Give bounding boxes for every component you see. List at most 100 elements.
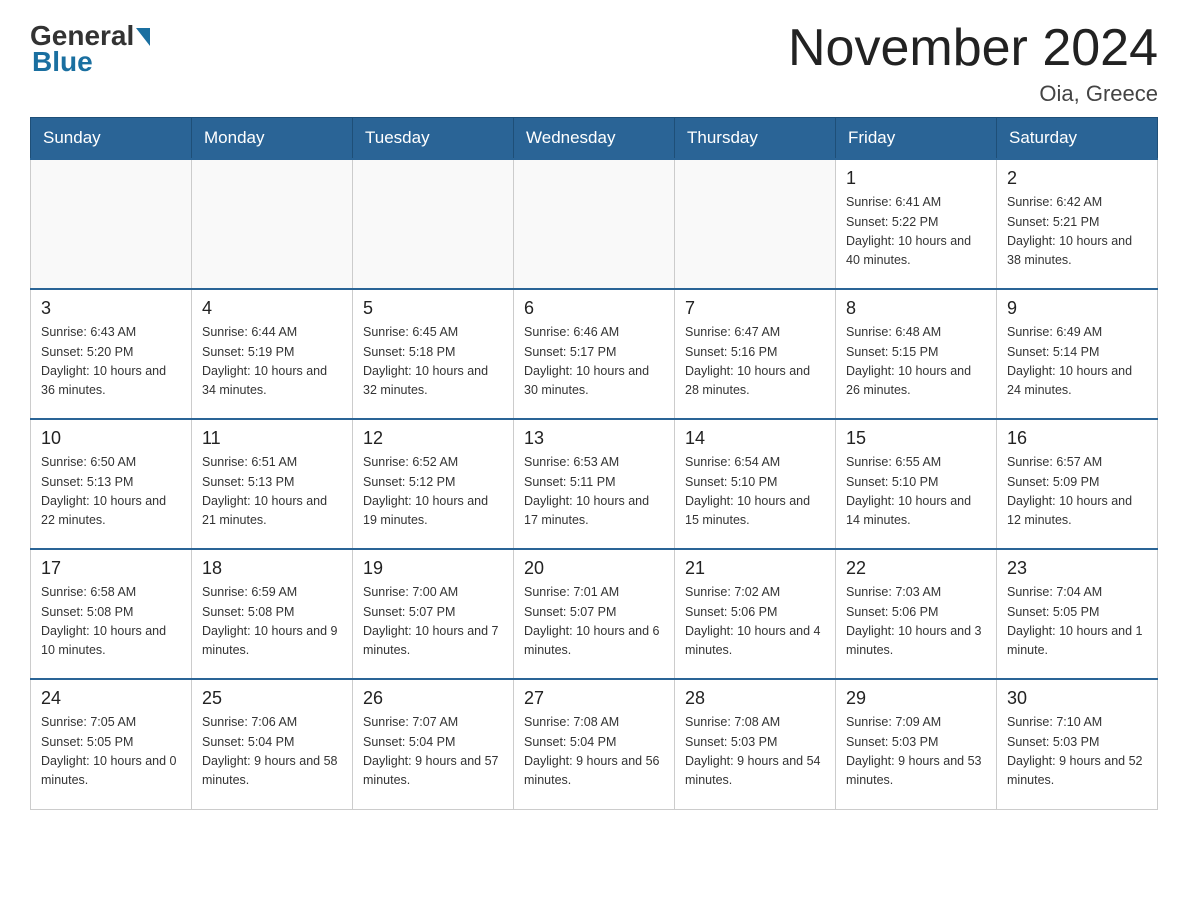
- day-number: 6: [524, 298, 664, 319]
- day-info: Sunrise: 6:55 AMSunset: 5:10 PMDaylight:…: [846, 453, 986, 531]
- day-info: Sunrise: 6:45 AMSunset: 5:18 PMDaylight:…: [363, 323, 503, 401]
- day-info: Sunrise: 7:08 AMSunset: 5:04 PMDaylight:…: [524, 713, 664, 791]
- day-info: Sunrise: 7:01 AMSunset: 5:07 PMDaylight:…: [524, 583, 664, 661]
- calendar-cell: 18 Sunrise: 6:59 AMSunset: 5:08 PMDayligh…: [192, 549, 353, 679]
- calendar-cell: 30 Sunrise: 7:10 AMSunset: 5:03 PMDayligh…: [997, 679, 1158, 809]
- calendar-cell: 21 Sunrise: 7:02 AMSunset: 5:06 PMDayligh…: [675, 549, 836, 679]
- calendar-cell: [353, 159, 514, 289]
- day-info: Sunrise: 6:53 AMSunset: 5:11 PMDaylight:…: [524, 453, 664, 531]
- day-info: Sunrise: 7:08 AMSunset: 5:03 PMDaylight:…: [685, 713, 825, 791]
- day-info: Sunrise: 7:09 AMSunset: 5:03 PMDaylight:…: [846, 713, 986, 791]
- day-info: Sunrise: 6:58 AMSunset: 5:08 PMDaylight:…: [41, 583, 181, 661]
- calendar-cell: 2 Sunrise: 6:42 AMSunset: 5:21 PMDaylight…: [997, 159, 1158, 289]
- day-number: 2: [1007, 168, 1147, 189]
- week-row-5: 24 Sunrise: 7:05 AMSunset: 5:05 PMDayligh…: [31, 679, 1158, 809]
- logo-arrow-icon: [136, 28, 150, 46]
- day-info: Sunrise: 7:06 AMSunset: 5:04 PMDaylight:…: [202, 713, 342, 791]
- weekday-header-saturday: Saturday: [997, 118, 1158, 160]
- calendar-cell: 27Sunrise: 7:08 AMSunset: 5:04 PMDayligh…: [514, 679, 675, 809]
- day-number: 30: [1007, 688, 1147, 709]
- day-number: 19: [363, 558, 503, 579]
- day-info: Sunrise: 6:43 AMSunset: 5:20 PMDaylight:…: [41, 323, 181, 401]
- day-info: Sunrise: 6:51 AMSunset: 5:13 PMDaylight:…: [202, 453, 342, 531]
- day-number: 25: [202, 688, 342, 709]
- calendar-cell: 22 Sunrise: 7:03 AMSunset: 5:06 PMDayligh…: [836, 549, 997, 679]
- calendar-table: SundayMondayTuesdayWednesdayThursdayFrid…: [30, 117, 1158, 810]
- weekday-header-sunday: Sunday: [31, 118, 192, 160]
- day-info: Sunrise: 6:50 AMSunset: 5:13 PMDaylight:…: [41, 453, 181, 531]
- calendar-cell: [31, 159, 192, 289]
- day-number: 22: [846, 558, 986, 579]
- calendar-cell: 10 Sunrise: 6:50 AMSunset: 5:13 PMDayligh…: [31, 419, 192, 549]
- weekday-header-wednesday: Wednesday: [514, 118, 675, 160]
- calendar-cell: 9Sunrise: 6:49 AMSunset: 5:14 PMDaylight…: [997, 289, 1158, 419]
- day-number: 3: [41, 298, 181, 319]
- calendar-cell: 3 Sunrise: 6:43 AMSunset: 5:20 PMDaylight…: [31, 289, 192, 419]
- day-info: Sunrise: 6:42 AMSunset: 5:21 PMDaylight:…: [1007, 193, 1147, 271]
- title-section: November 2024 Oia, Greece: [788, 20, 1158, 107]
- day-number: 16: [1007, 428, 1147, 449]
- calendar-cell: 5Sunrise: 6:45 AMSunset: 5:18 PMDaylight…: [353, 289, 514, 419]
- day-number: 24: [41, 688, 181, 709]
- day-number: 23: [1007, 558, 1147, 579]
- day-info: Sunrise: 6:47 AMSunset: 5:16 PMDaylight:…: [685, 323, 825, 401]
- calendar-cell: [675, 159, 836, 289]
- day-info: Sunrise: 6:46 AMSunset: 5:17 PMDaylight:…: [524, 323, 664, 401]
- calendar-cell: 16 Sunrise: 6:57 AMSunset: 5:09 PMDayligh…: [997, 419, 1158, 549]
- day-info: Sunrise: 6:52 AMSunset: 5:12 PMDaylight:…: [363, 453, 503, 531]
- calendar-cell: 14Sunrise: 6:54 AMSunset: 5:10 PMDayligh…: [675, 419, 836, 549]
- calendar-cell: 8 Sunrise: 6:48 AMSunset: 5:15 PMDaylight…: [836, 289, 997, 419]
- calendar-cell: 13 Sunrise: 6:53 AMSunset: 5:11 PMDayligh…: [514, 419, 675, 549]
- day-number: 7: [685, 298, 825, 319]
- day-info: Sunrise: 7:04 AMSunset: 5:05 PMDaylight:…: [1007, 583, 1147, 661]
- weekday-header-tuesday: Tuesday: [353, 118, 514, 160]
- logo-blue-text: Blue: [32, 46, 93, 78]
- calendar-cell: 12Sunrise: 6:52 AMSunset: 5:12 PMDayligh…: [353, 419, 514, 549]
- day-number: 4: [202, 298, 342, 319]
- day-info: Sunrise: 7:07 AMSunset: 5:04 PMDaylight:…: [363, 713, 503, 791]
- day-number: 8: [846, 298, 986, 319]
- calendar-cell: 26 Sunrise: 7:07 AMSunset: 5:04 PMDayligh…: [353, 679, 514, 809]
- calendar-cell: [192, 159, 353, 289]
- location-title: Oia, Greece: [788, 81, 1158, 107]
- calendar-cell: 29 Sunrise: 7:09 AMSunset: 5:03 PMDayligh…: [836, 679, 997, 809]
- calendar-cell: 28Sunrise: 7:08 AMSunset: 5:03 PMDayligh…: [675, 679, 836, 809]
- calendar-cell: 23 Sunrise: 7:04 AMSunset: 5:05 PMDayligh…: [997, 549, 1158, 679]
- month-title: November 2024: [788, 20, 1158, 77]
- day-number: 13: [524, 428, 664, 449]
- calendar-cell: 19 Sunrise: 7:00 AMSunset: 5:07 PMDayligh…: [353, 549, 514, 679]
- day-number: 21: [685, 558, 825, 579]
- weekday-header-monday: Monday: [192, 118, 353, 160]
- week-row-4: 17Sunrise: 6:58 AMSunset: 5:08 PMDayligh…: [31, 549, 1158, 679]
- calendar-header-row: SundayMondayTuesdayWednesdayThursdayFrid…: [31, 118, 1158, 160]
- day-info: Sunrise: 7:02 AMSunset: 5:06 PMDaylight:…: [685, 583, 825, 661]
- calendar-cell: 24 Sunrise: 7:05 AMSunset: 5:05 PMDayligh…: [31, 679, 192, 809]
- day-info: Sunrise: 6:54 AMSunset: 5:10 PMDaylight:…: [685, 453, 825, 531]
- day-number: 26: [363, 688, 503, 709]
- calendar-cell: 4Sunrise: 6:44 AMSunset: 5:19 PMDaylight…: [192, 289, 353, 419]
- day-number: 15: [846, 428, 986, 449]
- calendar-cell: 11Sunrise: 6:51 AMSunset: 5:13 PMDayligh…: [192, 419, 353, 549]
- day-number: 18: [202, 558, 342, 579]
- day-number: 20: [524, 558, 664, 579]
- calendar-cell: 6 Sunrise: 6:46 AMSunset: 5:17 PMDaylight…: [514, 289, 675, 419]
- day-info: Sunrise: 7:00 AMSunset: 5:07 PMDaylight:…: [363, 583, 503, 661]
- day-info: Sunrise: 7:10 AMSunset: 5:03 PMDaylight:…: [1007, 713, 1147, 791]
- day-info: Sunrise: 6:41 AMSunset: 5:22 PMDaylight:…: [846, 193, 986, 271]
- day-info: Sunrise: 7:05 AMSunset: 5:05 PMDaylight:…: [41, 713, 181, 791]
- day-number: 29: [846, 688, 986, 709]
- week-row-3: 10 Sunrise: 6:50 AMSunset: 5:13 PMDayligh…: [31, 419, 1158, 549]
- day-info: Sunrise: 6:57 AMSunset: 5:09 PMDaylight:…: [1007, 453, 1147, 531]
- calendar-cell: 20 Sunrise: 7:01 AMSunset: 5:07 PMDayligh…: [514, 549, 675, 679]
- calendar-cell: 17Sunrise: 6:58 AMSunset: 5:08 PMDayligh…: [31, 549, 192, 679]
- day-info: Sunrise: 7:03 AMSunset: 5:06 PMDaylight:…: [846, 583, 986, 661]
- day-number: 10: [41, 428, 181, 449]
- calendar-cell: 15 Sunrise: 6:55 AMSunset: 5:10 PMDayligh…: [836, 419, 997, 549]
- calendar-cell: 7 Sunrise: 6:47 AMSunset: 5:16 PMDaylight…: [675, 289, 836, 419]
- day-number: 9: [1007, 298, 1147, 319]
- week-row-1: 1Sunrise: 6:41 AMSunset: 5:22 PMDaylight…: [31, 159, 1158, 289]
- week-row-2: 3 Sunrise: 6:43 AMSunset: 5:20 PMDaylight…: [31, 289, 1158, 419]
- calendar-cell: 25 Sunrise: 7:06 AMSunset: 5:04 PMDayligh…: [192, 679, 353, 809]
- day-info: Sunrise: 6:59 AMSunset: 5:08 PMDaylight:…: [202, 583, 342, 661]
- day-info: Sunrise: 6:48 AMSunset: 5:15 PMDaylight:…: [846, 323, 986, 401]
